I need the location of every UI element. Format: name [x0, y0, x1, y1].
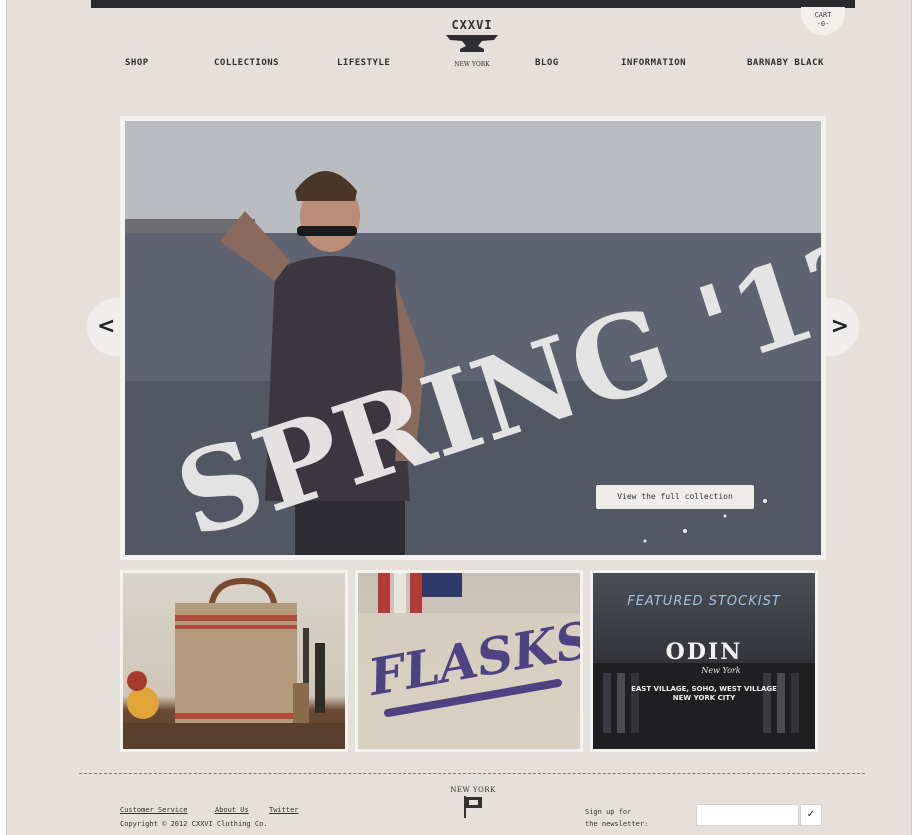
stockist-name: ODIN: [666, 639, 743, 665]
anvil-logo-icon: [446, 35, 498, 52]
footer-link-customer-service[interactable]: Customer Service: [120, 806, 187, 814]
flag-logo-icon: [464, 796, 482, 818]
logo-text: CXXVI: [451, 18, 493, 32]
page: SHOP COLLECTIONS LIFESTYLE BLOG INFORMAT…: [6, 0, 912, 835]
footer-link-twitter[interactable]: Twitter: [269, 806, 299, 814]
hero-carousel: SPRING '12 View the full collection: [120, 116, 826, 560]
stockist-city: NEW YORK CITY: [673, 694, 736, 702]
view-collection-button[interactable]: View the full collection: [596, 485, 754, 509]
tile-tote-bag[interactable]: [120, 570, 348, 752]
tile-flasks[interactable]: FLASKS!: [355, 570, 583, 752]
stockist-illustration: FEATURED STOCKIST ODIN New York EAST VIL…: [593, 594, 815, 749]
cart-count: -0-: [816, 20, 830, 28]
logo-subtitle: NEW YORK: [454, 61, 490, 68]
brand-logo[interactable]: CXXVI NEW YORK: [437, 18, 507, 80]
footer-divider: [79, 773, 865, 774]
newsletter-email-input[interactable]: [696, 804, 799, 826]
nav-item-information[interactable]: INFORMATION: [621, 58, 686, 68]
newsletter-prompt: Sign up for the newsletter:: [585, 806, 648, 830]
tote-bag-illustration: [123, 577, 345, 749]
stockist-locations: EAST VILLAGE, SOHO, WEST VILLAGE: [631, 685, 777, 693]
nav-item-blog[interactable]: BLOG: [535, 58, 559, 68]
newsletter-submit-button[interactable]: ✓: [800, 804, 822, 826]
footer-link-about-us[interactable]: About Us: [215, 806, 249, 814]
nav-item-lifestyle[interactable]: LIFESTYLE: [337, 58, 390, 68]
nav-item-barnaby-black[interactable]: BARNABY BLACK: [747, 58, 824, 68]
footer-logo-text: NEW YORK: [450, 786, 496, 794]
hero-image: SPRING '12 View the full collection: [125, 121, 821, 555]
cart-label: CART: [814, 11, 832, 19]
nav-item-shop[interactable]: SHOP: [125, 58, 149, 68]
top-bar: [91, 0, 855, 8]
newsletter-prompt-line2: the newsletter:: [585, 820, 649, 828]
newsletter-prompt-line1: Sign up for: [585, 808, 632, 816]
stockist-heading: FEATURED STOCKIST: [627, 594, 781, 609]
footer-logo: NEW YORK: [441, 786, 505, 835]
tile-featured-stockist[interactable]: FEATURED STOCKIST ODIN New York EAST VIL…: [590, 570, 818, 752]
flasks-illustration: FLASKS!: [358, 573, 580, 749]
cart-button[interactable]: CART -0-: [801, 7, 845, 35]
copyright-text: Copyright © 2012 CXXVI Clothing Co.: [120, 820, 268, 828]
stockist-subtitle: New York: [700, 666, 740, 675]
nav-item-collections[interactable]: COLLECTIONS: [214, 58, 279, 68]
checkmark-icon: ✓: [806, 809, 816, 820]
